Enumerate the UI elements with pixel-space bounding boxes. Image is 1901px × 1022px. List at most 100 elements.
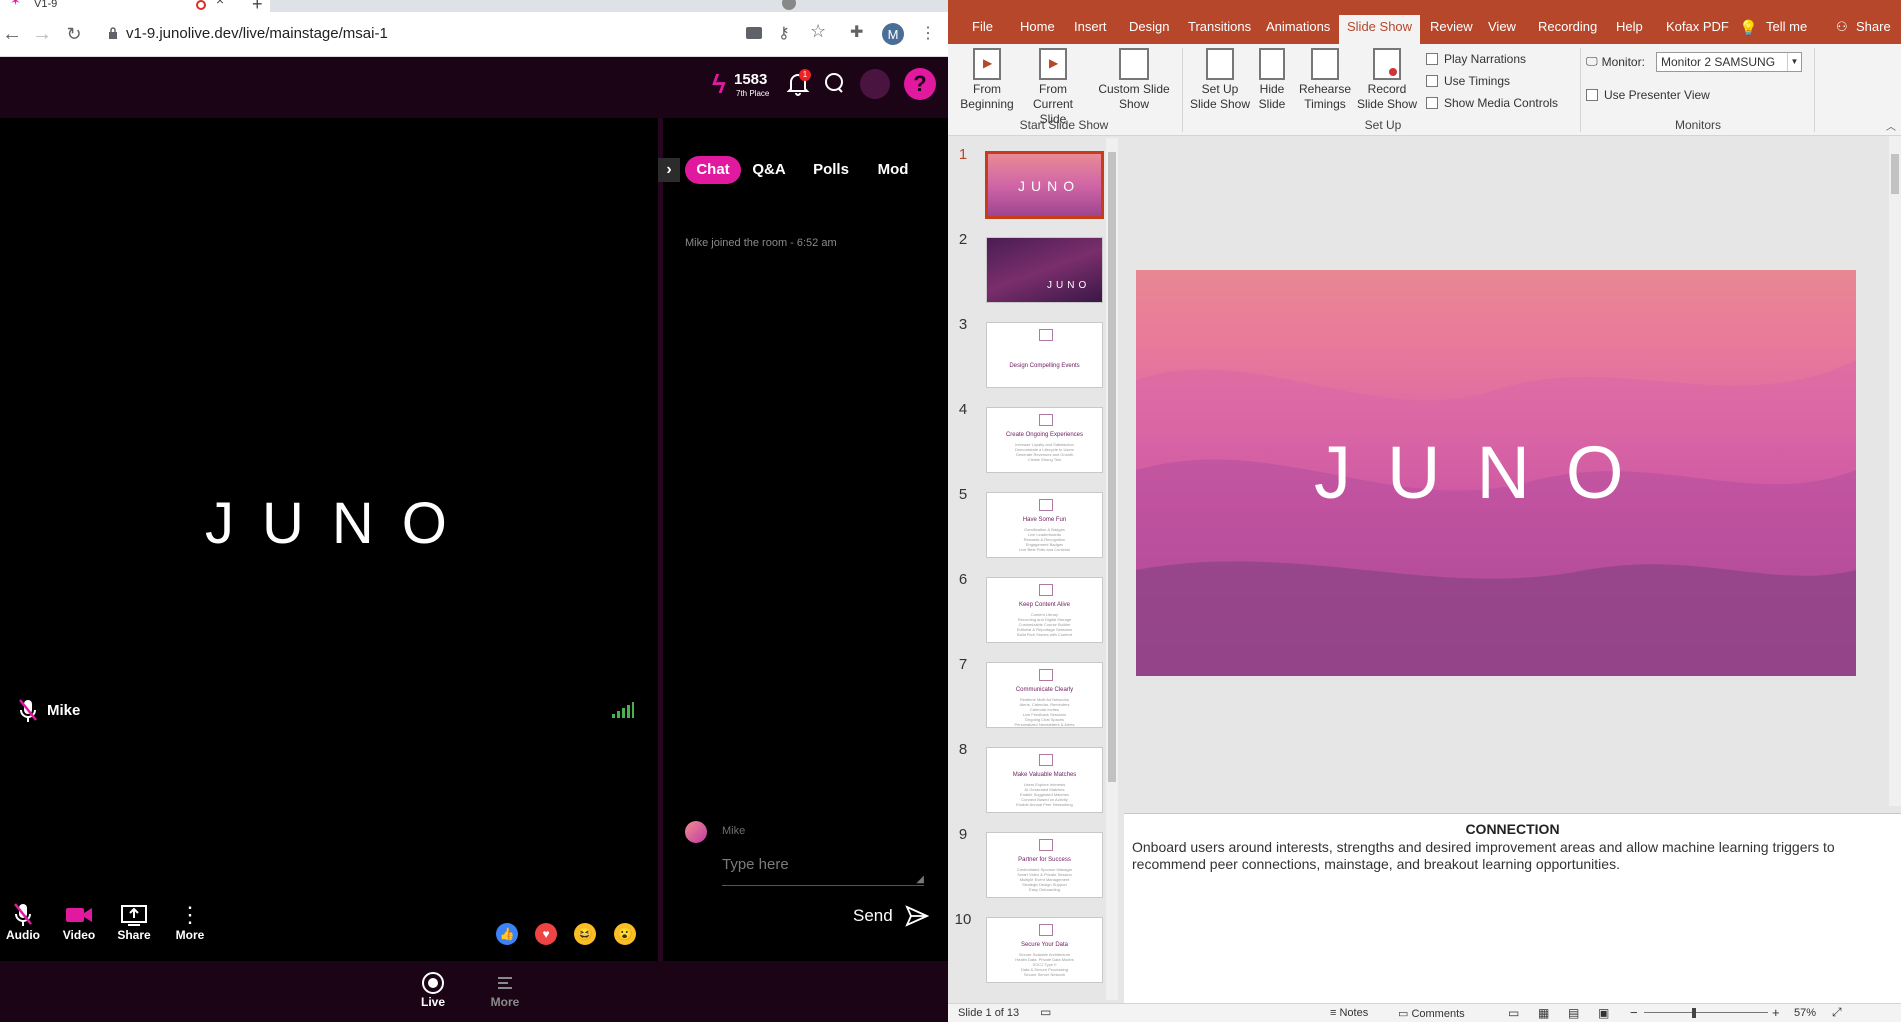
slide-thumbnail[interactable]: Communicate Clearly Realtime Multi Ad Net… (986, 662, 1103, 728)
play-narrations-option[interactable]: Play Narrations (1426, 48, 1576, 70)
close-tab-icon[interactable]: × (216, 0, 224, 7)
normal-view-icon[interactable]: ▭ (1508, 1006, 1519, 1020)
slide-thumbnail[interactable]: Create Ongoing Experiences Increase Loyal… (986, 407, 1103, 473)
notes-toggle[interactable]: ≡ Notes (1330, 1007, 1368, 1019)
checkbox-icon[interactable] (1426, 97, 1438, 109)
tab-qa[interactable]: Q&A (747, 156, 791, 184)
rehearse-timings-button[interactable]: Rehearse Timings (1298, 48, 1352, 112)
monitor-select[interactable]: Monitor 2 SAMSUNG ▼ (1656, 52, 1802, 72)
set-up-slide-show-button[interactable]: Set Up Slide Show (1188, 48, 1252, 112)
menu-view[interactable]: View (1488, 19, 1516, 34)
use-presenter-view-option[interactable]: Use Presenter View (1586, 88, 1710, 102)
slide-thumbnail[interactable]: Design Compelling Events (986, 322, 1103, 388)
slide-thumbnail[interactable]: Secure Your Data Secure Scalable Architec… (986, 917, 1103, 983)
menu-slide-show[interactable]: Slide Show (1339, 15, 1421, 44)
from-beginning-button[interactable]: ▶ From Beginning (958, 48, 1016, 112)
surprised-reaction-icon[interactable]: 😮 (614, 923, 636, 945)
checkbox-icon[interactable] (1426, 53, 1438, 65)
menu-help[interactable]: Help (1616, 19, 1643, 34)
chat-bubble-icon[interactable] (822, 71, 846, 95)
profile-avatar[interactable]: M (882, 23, 904, 45)
thumbnails-scrollbar[interactable] (1106, 138, 1118, 1000)
slide-thumbnail[interactable]: JUNO (985, 151, 1104, 219)
thumbs-up-reaction-icon[interactable]: 👍 (496, 923, 518, 945)
menu-design[interactable]: Design (1129, 19, 1169, 34)
slide-thumbnail[interactable]: Make Valuable Matches Users Explore Inter… (986, 747, 1103, 813)
editor-scrollbar[interactable] (1889, 136, 1901, 806)
share-button[interactable]: Share (116, 902, 152, 946)
extensions-icon[interactable]: ✚ (850, 22, 863, 42)
comments-toggle[interactable]: ▭ Comments (1398, 1007, 1465, 1020)
dropdown-arrow-icon[interactable]: ▼ (1787, 53, 1801, 71)
record-label: Record Slide Show (1356, 82, 1418, 111)
menu-transitions[interactable]: Transitions (1188, 19, 1251, 34)
bookmark-star-icon[interactable]: ☆ (810, 21, 826, 42)
slide-thumbnail[interactable]: Have Some Fun Gamification & Badges Live L… (986, 492, 1103, 558)
user-avatar[interactable] (860, 69, 890, 99)
key-icon[interactable]: ⚷ (778, 23, 790, 43)
nav-more[interactable]: More (488, 971, 522, 1015)
menu-tell-me[interactable]: Tell me (1766, 19, 1807, 34)
zoom-slider-handle[interactable] (1692, 1008, 1696, 1018)
back-arrow-icon[interactable]: ← (0, 22, 24, 46)
slide-thumbnail[interactable]: JUNO (986, 237, 1103, 303)
zoom-out-icon[interactable]: − (1630, 1005, 1638, 1020)
reading-view-icon[interactable]: ▤ (1568, 1006, 1579, 1020)
from-current-slide-button[interactable]: ▶ From Current Slide (1022, 48, 1084, 127)
zoom-level[interactable]: 57% (1794, 1007, 1816, 1019)
slide-thumbnail[interactable]: Partner for Success Credentialed Sponsor … (986, 832, 1103, 898)
scrollbar-thumb[interactable] (1108, 152, 1116, 782)
zoom-in-icon[interactable]: + (1772, 1005, 1780, 1020)
menu-file[interactable]: File (972, 19, 993, 34)
tab-search-icon[interactable] (782, 0, 796, 10)
reload-icon[interactable]: ↻ (62, 22, 86, 46)
slide-thumbnail[interactable]: Keep Content Alive Content Library Recordi… (986, 577, 1103, 643)
record-slide-show-button[interactable]: Record Slide Show (1356, 48, 1418, 112)
notes-pane[interactable]: CONNECTION Onboard users around interest… (1124, 813, 1901, 1003)
points-badge[interactable]: ϟ 1583 7th Place (712, 69, 772, 99)
menu-share[interactable]: Share (1856, 19, 1891, 34)
checkbox-icon[interactable] (1586, 89, 1598, 101)
slide-title-juno: JUNO (1314, 431, 1660, 514)
menu-animations[interactable]: Animations (1266, 19, 1330, 34)
spellcheck-icon[interactable]: ▭ (1040, 1005, 1051, 1019)
camera-icon[interactable] (746, 27, 762, 39)
slideshow-view-icon[interactable]: ▣ (1598, 1006, 1609, 1020)
hide-slide-button[interactable]: Hide Slide (1254, 48, 1290, 112)
custom-slide-show-button[interactable]: Custom Slide Show (1096, 48, 1172, 112)
url-text[interactable]: v1-9.junolive.dev/live/mainstage/msai-1 (126, 23, 388, 45)
menu-review[interactable]: Review (1430, 19, 1473, 34)
fit-to-window-icon[interactable]: ⤢ (1832, 1005, 1842, 1020)
audio-button[interactable]: Audio (6, 902, 40, 946)
checkbox-icon[interactable] (1426, 75, 1438, 87)
nav-live[interactable]: Live (418, 971, 448, 1015)
slide-sorter-icon[interactable]: ▦ (1538, 1006, 1549, 1020)
notifications-bell-icon[interactable]: 1 (786, 69, 811, 97)
browser-tab[interactable]: ✶ V1-9 × (0, 0, 270, 12)
zoom-slider[interactable] (1644, 1012, 1768, 1013)
laugh-reaction-icon[interactable]: 😆 (574, 923, 596, 945)
show-media-controls-option[interactable]: Show Media Controls (1426, 92, 1576, 114)
more-options-button[interactable]: ⋮ More (172, 902, 208, 946)
collapse-ribbon-icon[interactable]: ︿ (1886, 118, 1896, 133)
video-button[interactable]: Video (60, 902, 98, 946)
send-button[interactable]: Send (853, 904, 933, 930)
tab-polls[interactable]: Polls (809, 156, 853, 184)
notes-body: Onboard users around interests, strength… (1132, 839, 1835, 872)
editor-scrollbar-thumb[interactable] (1891, 154, 1899, 194)
menu-home[interactable]: Home (1020, 19, 1055, 34)
use-timings-option[interactable]: Use Timings (1426, 70, 1576, 92)
browser-menu-icon[interactable]: ⋮ (920, 23, 936, 43)
current-slide[interactable]: JUNO (1136, 270, 1856, 676)
menu-kofax-pdf[interactable]: Kofax PDF (1666, 19, 1729, 34)
collapse-chevron-icon[interactable]: › (658, 158, 680, 182)
resize-handle-icon[interactable]: ◢ (916, 874, 924, 885)
tab-mod[interactable]: Mod (871, 156, 915, 184)
help-button[interactable]: ? (904, 68, 936, 100)
chat-input[interactable]: Type here ◢ (722, 856, 924, 886)
heart-reaction-icon[interactable]: ♥ (535, 923, 557, 945)
menu-recording[interactable]: Recording (1538, 19, 1597, 34)
forward-arrow-icon[interactable]: → (30, 22, 54, 46)
menu-insert[interactable]: Insert (1074, 19, 1107, 34)
tab-chat[interactable]: Chat (685, 156, 741, 184)
